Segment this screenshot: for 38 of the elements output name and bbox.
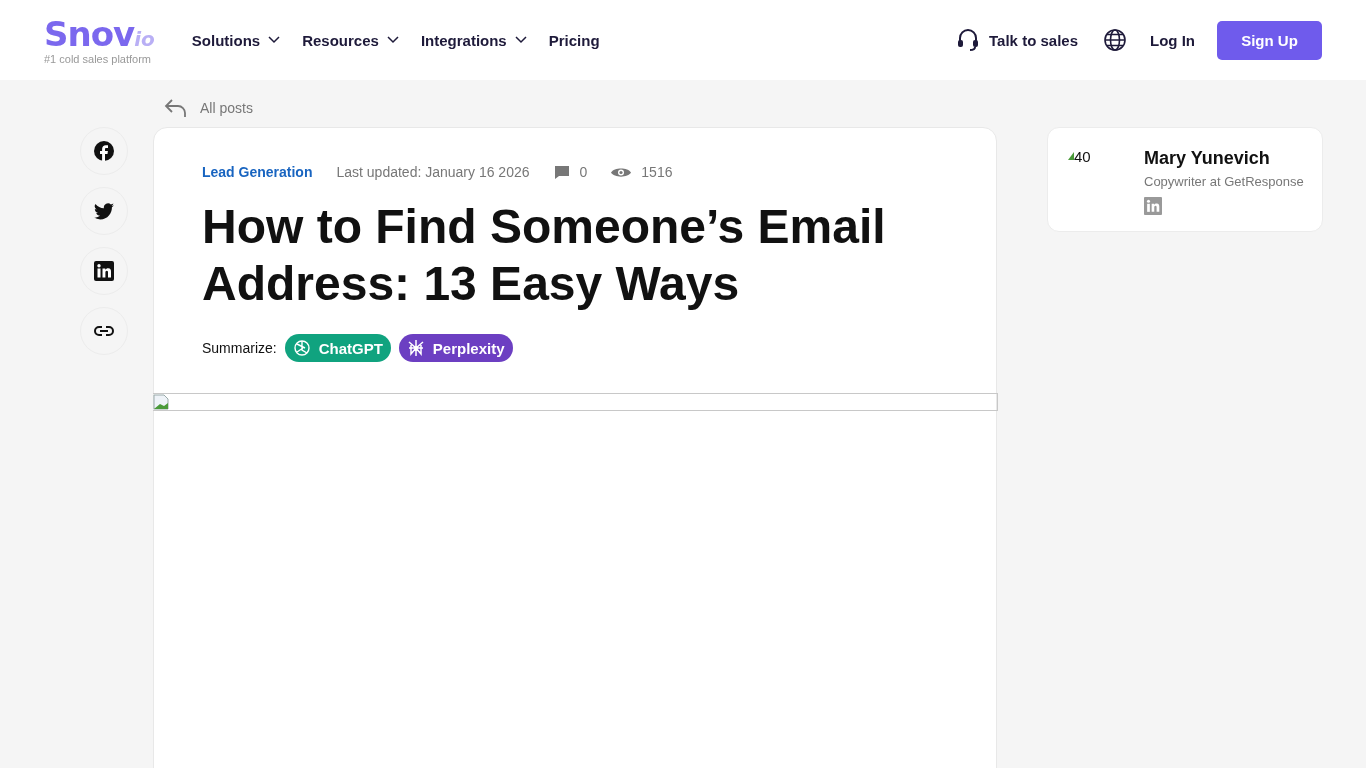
share-button[interactable] [80, 127, 128, 175]
talk-to-sales-link[interactable]: Talk to sales [989, 31, 1078, 49]
facebook-icon [94, 141, 114, 161]
comment-count: 0 [579, 164, 588, 180]
back-arrow-icon[interactable] [164, 98, 188, 118]
summarize-button[interactable]: Perplexity [398, 334, 513, 362]
headset-icon [957, 28, 980, 52]
view-count: 1516 [641, 164, 673, 180]
logo-suffix: io [134, 26, 155, 51]
chevron-down-icon [386, 36, 399, 44]
comment-icon [553, 164, 570, 180]
globe-icon[interactable] [1104, 29, 1126, 51]
nav-item[interactable]: Pricing [548, 31, 600, 49]
logo-tagline: #1 cold sales platform [44, 52, 152, 65]
signup-button[interactable]: Sign Up [1217, 20, 1322, 60]
summarize-label: Summarize: [202, 340, 277, 356]
article-title: How to Find Someone’s Email Address: 13 Easy Ways [202, 199, 887, 312]
link-icon [94, 325, 114, 337]
eye-icon [611, 165, 632, 179]
last-updated: Last updated: January 16 2026 [336, 164, 530, 180]
nav-item[interactable]: Resources [302, 31, 399, 49]
author-role: Copywriter at GetResponse [1144, 174, 1304, 189]
nav-item[interactable]: Integrations [420, 31, 527, 49]
logo[interactable]: Snov [44, 15, 135, 52]
nav-item[interactable]: Solutions [191, 31, 281, 49]
all-posts-link[interactable]: All posts [200, 100, 253, 116]
linkedin-icon [94, 261, 114, 281]
share-button[interactable] [80, 307, 128, 355]
category-link[interactable]: Lead Generation [202, 164, 313, 180]
share-button[interactable] [80, 247, 128, 295]
avatar-alt-text: 40 [1074, 148, 1091, 165]
chevron-down-icon [268, 36, 281, 44]
share-button[interactable] [80, 187, 128, 235]
login-link[interactable]: Log In [1150, 31, 1195, 49]
author-name: Mary Yunevich [1144, 148, 1271, 169]
bird-icon [94, 202, 114, 220]
chevron-down-icon [514, 36, 527, 44]
linkedin-icon[interactable] [1144, 197, 1162, 215]
